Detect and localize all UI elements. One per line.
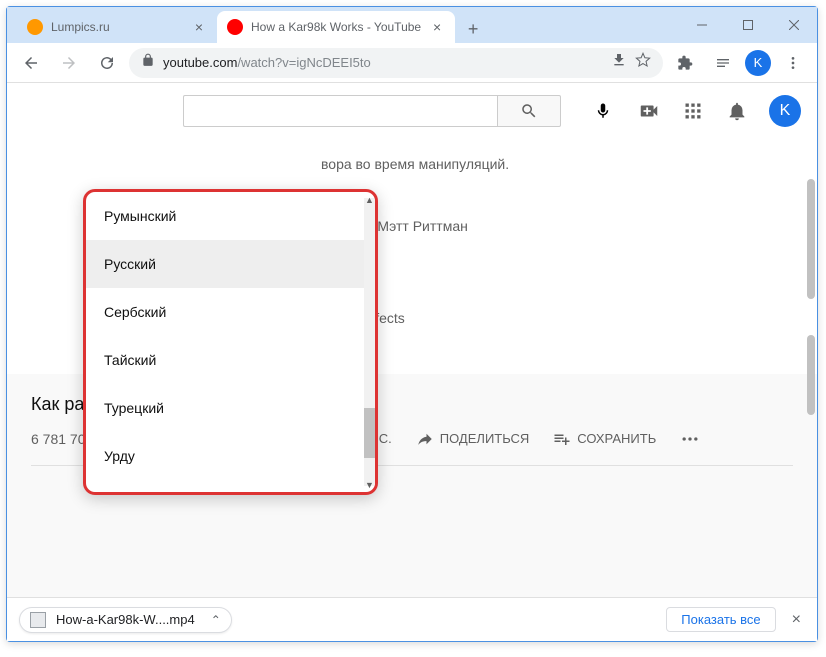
back-button[interactable]: [15, 47, 47, 79]
tab-youtube[interactable]: How a Kar98k Works - YouTube ×: [217, 11, 455, 43]
tab-title: How a Kar98k Works - YouTube: [251, 20, 421, 34]
search-area: [183, 95, 561, 127]
lock-icon: [141, 53, 155, 72]
close-icon[interactable]: ×: [429, 19, 445, 35]
notifications-icon[interactable]: [725, 99, 749, 123]
language-option-urdu[interactable]: Урду: [86, 432, 364, 480]
download-filename: How-a-Kar98k-W....mp4: [56, 612, 195, 627]
chrome-menu-button[interactable]: [777, 47, 809, 79]
extensions-button[interactable]: [669, 47, 701, 79]
scroll-down-arrow[interactable]: ▼: [365, 480, 374, 489]
download-shelf: How-a-Kar98k-W....mp4 ⌃ Показать все ×: [7, 597, 817, 641]
more-horizontal-icon: [680, 429, 700, 449]
apps-grid-icon[interactable]: [681, 99, 705, 123]
tab-title: Lumpics.ru: [51, 20, 183, 34]
url-bar[interactable]: youtube.com/watch?v=igNcDEEI5to: [129, 48, 663, 78]
scroll-up-arrow[interactable]: ▲: [365, 195, 374, 204]
youtube-avatar[interactable]: K: [769, 95, 801, 127]
language-option-romanian[interactable]: Румынский: [86, 192, 364, 240]
search-input[interactable]: [183, 95, 497, 127]
maximize-button[interactable]: [725, 7, 771, 43]
scrollbar-thumb[interactable]: [364, 408, 375, 458]
header-actions: K: [637, 95, 801, 127]
tab-lumpics[interactable]: Lumpics.ru ×: [17, 11, 217, 43]
window-controls: [679, 7, 817, 43]
chevron-up-icon[interactable]: ⌃: [211, 613, 221, 627]
install-icon[interactable]: [611, 52, 627, 73]
language-option-russian[interactable]: Русский: [86, 240, 364, 288]
browser-window: Lumpics.ru × How a Kar98k Works - YouTub…: [6, 6, 818, 642]
reading-list-button[interactable]: [707, 47, 739, 79]
save-button[interactable]: СОХРАНИТЬ: [543, 422, 666, 456]
download-item[interactable]: How-a-Kar98k-W....mp4 ⌃: [19, 607, 232, 633]
more-button[interactable]: [670, 421, 710, 457]
language-option-turkish[interactable]: Турецкий: [86, 384, 364, 432]
file-icon: [30, 612, 46, 628]
new-tab-button[interactable]: +: [459, 15, 487, 43]
page-scrollbar[interactable]: [800, 139, 815, 597]
url-text: youtube.com/watch?v=igNcDEEI5to: [163, 55, 603, 70]
minimize-button[interactable]: [679, 7, 725, 43]
titlebar: Lumpics.ru × How a Kar98k Works - YouTub…: [7, 7, 817, 43]
create-video-icon[interactable]: [637, 99, 661, 123]
close-window-button[interactable]: [771, 7, 817, 43]
youtube-header: K: [7, 83, 817, 139]
dropdown-scrollbar[interactable]: ▲ ▼: [364, 198, 375, 486]
playlist-add-icon: [553, 430, 571, 448]
share-icon: [416, 430, 434, 448]
close-download-shelf[interactable]: ×: [788, 607, 805, 633]
search-button[interactable]: [497, 95, 561, 127]
share-button[interactable]: ПОДЕЛИТЬСЯ: [406, 422, 539, 456]
show-all-downloads-button[interactable]: Показать все: [666, 607, 775, 632]
tab-strip: Lumpics.ru × How a Kar98k Works - YouTub…: [7, 7, 679, 43]
reload-button[interactable]: [91, 47, 123, 79]
address-bar: youtube.com/watch?v=igNcDEEI5to K: [7, 43, 817, 83]
voice-search-button[interactable]: [585, 93, 621, 129]
star-icon[interactable]: [635, 52, 651, 73]
close-icon[interactable]: ×: [191, 19, 207, 35]
forward-button[interactable]: [53, 47, 85, 79]
language-dropdown: Румынский Русский Сербский Тайский Турец…: [83, 189, 378, 495]
favicon-lumpics: [27, 19, 43, 35]
language-option-serbian[interactable]: Сербский: [86, 288, 364, 336]
page-content: K вора во время манипуляций. нмация: Мэт…: [7, 83, 817, 597]
language-option-thai[interactable]: Тайский: [86, 336, 364, 384]
favicon-youtube: [227, 19, 243, 35]
profile-avatar[interactable]: K: [745, 50, 771, 76]
